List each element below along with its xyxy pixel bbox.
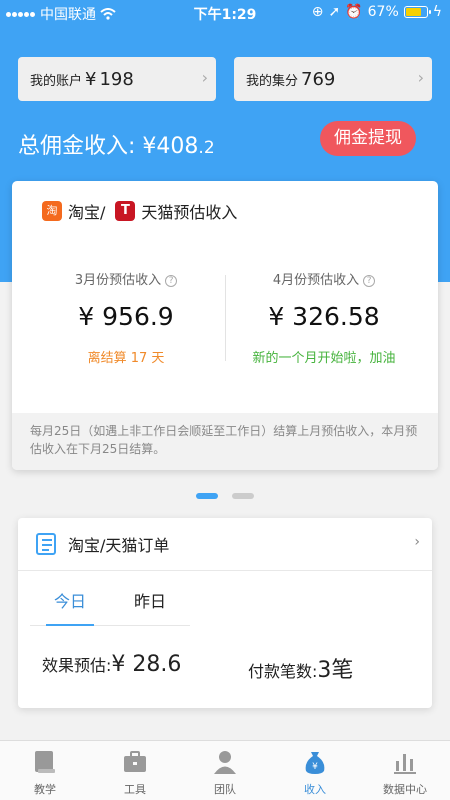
card-title: 淘 淘宝/ T 天猫预估收入 — [42, 199, 237, 223]
nav-income[interactable]: ¥ 收入 — [270, 741, 360, 800]
estimated-income-card: 淘 淘宝/ T 天猫预估收入 3月份预估收入? ¥ 956.9 离结算 17 天… — [12, 181, 438, 470]
toolbox-icon — [124, 751, 146, 772]
moneybag-icon: ¥ — [305, 752, 325, 774]
total-commission: 总佣金收入: ¥408.2 — [18, 128, 215, 160]
effect-estimate: 效果预估:¥ 28.6 — [42, 652, 181, 677]
taobao-icon: 淘 — [42, 201, 62, 221]
points-label: 我的集分 — [246, 73, 299, 89]
bar-chart-icon — [394, 754, 416, 774]
nav-teaching[interactable]: 教学 — [0, 741, 90, 800]
help-icon[interactable]: ? — [165, 275, 178, 287]
march-estimate[interactable]: 3月份预估收入? ¥ 956.9 离结算 17 天 — [26, 269, 226, 366]
march-title: 3月份预估收入 — [74, 273, 162, 288]
total-decimal: .2 — [198, 138, 215, 158]
my-account-button[interactable]: 我的账户 ¥ 198 › — [18, 57, 216, 101]
taobao-label: 淘宝/ — [68, 203, 106, 222]
bottom-nav: 教学 工具 团队 ¥ 收入 数据中心 — [0, 740, 450, 800]
help-icon[interactable]: ? — [363, 275, 376, 287]
svg-text:¥: ¥ — [312, 762, 318, 772]
battery-percent: 67% — [367, 4, 399, 20]
total-label: 总佣金收入: — [18, 134, 136, 159]
battery-icon — [403, 6, 431, 18]
march-settle-note: 离结算 17 天 — [87, 351, 165, 366]
payment-value: 3笔 — [317, 658, 354, 683]
effect-label: 效果预估: — [42, 656, 112, 675]
page-indicator[interactable] — [232, 493, 254, 499]
march-amount: ¥ 956.9 — [78, 302, 174, 331]
orders-card: 淘宝/天猫订单 › 今日 昨日 效果预估:¥ 28.6 付款笔数:3笔 — [18, 518, 432, 708]
account-value: 198 — [99, 68, 134, 90]
book-icon — [35, 751, 55, 773]
chevron-right-icon: › — [414, 534, 420, 550]
nav-tools[interactable]: 工具 — [90, 741, 180, 800]
april-estimate[interactable]: 4月份预估收入? ¥ 326.58 新的一个月开始啦，加油 — [224, 269, 424, 366]
page-indicator-active[interactable] — [196, 493, 218, 499]
effect-value: ¥ 28.6 — [111, 652, 182, 677]
my-points-button[interactable]: 我的集分 769 › — [234, 57, 432, 101]
account-label: 我的账户 — [30, 73, 83, 89]
tab-underline — [30, 624, 190, 626]
points-value: 769 — [301, 68, 336, 90]
nav-data-center[interactable]: 数据中心 — [360, 741, 450, 800]
chevron-right-icon: › — [201, 68, 208, 87]
april-note: 新的一个月开始啦，加油 — [252, 351, 396, 366]
nav-team[interactable]: 团队 — [180, 741, 270, 800]
settlement-note: 每月25日（如遇上非工作日会顺延至工作日）结算上月预估收入，本月预估收入在下月2… — [12, 413, 438, 470]
alarm-icon: ⏰ — [345, 4, 363, 20]
nav-label: 团队 — [214, 783, 236, 796]
april-amount: ¥ 326.58 — [268, 302, 380, 331]
orders-header[interactable]: 淘宝/天猫订单 › — [18, 518, 432, 571]
total-currency: ¥ — [142, 134, 157, 159]
tab-today[interactable]: 今日 — [30, 588, 110, 626]
tab-yesterday[interactable]: 昨日 — [110, 588, 190, 626]
payment-label: 付款笔数: — [248, 662, 318, 681]
total-main: 408 — [156, 134, 199, 159]
lock-rotation-icon: ⊕ — [311, 4, 324, 20]
withdraw-button[interactable]: 佣金提现 — [320, 121, 416, 156]
orders-title: 淘宝/天猫订单 — [68, 536, 170, 555]
account-currency: ¥ — [85, 68, 97, 90]
order-list-icon — [36, 533, 56, 555]
team-icon — [214, 751, 236, 774]
date-tabs: 今日 昨日 — [30, 588, 190, 626]
chevron-right-icon: › — [417, 68, 424, 87]
charging-icon: ϟ — [432, 4, 442, 20]
tmall-icon: T — [115, 201, 136, 221]
nav-label: 数据中心 — [383, 783, 427, 796]
nav-label: 工具 — [124, 783, 146, 796]
status-bar: 中国联通 下午1:29 ⊕ ➚ ⏰ 67% ϟ — [0, 0, 450, 26]
nav-label: 教学 — [34, 783, 56, 796]
payment-count: 付款笔数:3笔 — [248, 652, 353, 684]
tmall-label: 天猫预估收入 — [141, 203, 238, 222]
april-title: 4月份预估收入 — [272, 273, 360, 288]
location-icon: ➚ — [328, 4, 341, 20]
nav-label: 收入 — [304, 783, 326, 796]
